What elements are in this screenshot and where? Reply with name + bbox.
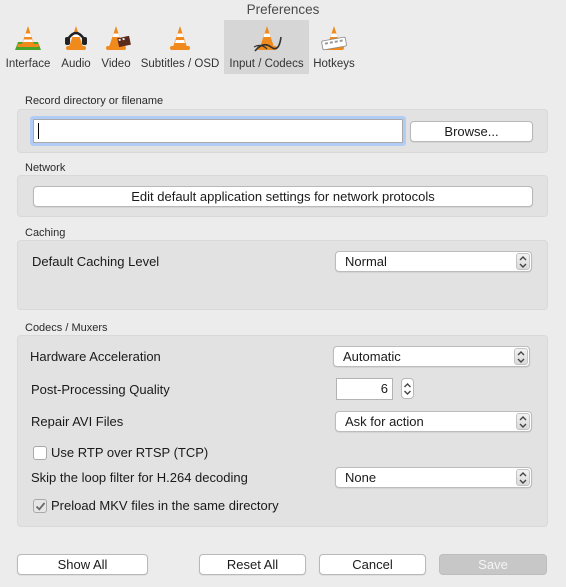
tab-audio-label: Audio [61,58,91,70]
pp-quality-stepper[interactable] [401,378,414,399]
hw-accel-value: Automatic [343,349,401,364]
show-all-button[interactable]: Show All [17,554,148,575]
pp-quality-value: 6 [380,381,388,396]
rtp-over-rtsp-label: Use RTP over RTSP (TCP) [51,445,209,460]
checkmark-icon [35,502,46,511]
caching-group: Default Caching Level Normal [17,240,548,310]
tab-input-codecs-label: Input / Codecs [229,58,304,70]
tab-subtitles-osd[interactable]: Subtitles / OSD [136,20,224,74]
rtp-over-rtsp-checkbox[interactable] [33,446,47,460]
select-arrows-icon [516,413,530,430]
network-section-title: Network [25,162,66,174]
codecs-group: Hardware Acceleration Automatic Post-Pro… [17,335,548,527]
repair-avi-value: Ask for action [345,414,424,429]
tab-video[interactable]: Video [96,20,136,74]
browse-button[interactable]: Browse... [410,121,533,142]
preload-mkv-checkbox[interactable] [33,499,47,513]
record-section-title: Record directory or filename [25,95,164,107]
pp-quality-label: Post-Processing Quality [31,382,170,397]
tab-subtitles-osd-label: Subtitles / OSD [140,58,220,70]
caching-level-value: Normal [345,254,387,269]
reset-all-button[interactable]: Reset All [199,554,306,575]
caching-section-title: Caching [25,227,66,239]
select-arrows-icon [516,253,530,270]
network-group: Edit default application settings for ne… [17,175,548,217]
tab-interface-label: Interface [5,58,51,70]
caching-level-select[interactable]: Normal [335,251,532,272]
tab-interface[interactable]: Interface [0,20,56,74]
tab-video-label: Video [101,58,131,70]
tab-audio[interactable]: Audio [56,20,96,74]
tab-input-codecs[interactable]: Input / Codecs [224,20,309,74]
edit-network-settings-button[interactable]: Edit default application settings for ne… [33,186,533,207]
hotkeys-cone-icon [321,26,347,51]
repair-avi-label: Repair AVI Files [31,414,124,429]
hw-accel-select[interactable]: Automatic [333,346,530,367]
video-cone-icon [106,26,131,50]
tab-hotkeys[interactable]: Hotkeys [309,20,359,74]
record-path-input[interactable] [33,119,403,143]
caching-level-label: Default Caching Level [32,254,160,269]
cancel-button[interactable]: Cancel [319,554,426,575]
audio-cone-icon [65,26,87,50]
record-group: Browse... [17,109,548,153]
select-arrows-icon [516,469,530,486]
input-codecs-cone-icon [253,26,282,52]
skip-loop-filter-label: Skip the loop filter for H.264 decoding [31,470,248,485]
tab-hotkeys-label: Hotkeys [313,58,355,70]
repair-avi-select[interactable]: Ask for action [335,411,532,432]
window-title: Preferences [246,2,320,17]
preload-mkv-label: Preload MKV files in the same directory [51,498,279,513]
codecs-section-title: Codecs / Muxers [25,322,108,334]
text-caret [38,123,39,139]
preferences-toolbar: Interface Audio Video Subtitles / OSD In… [0,20,566,74]
subtitles-cone-icon [170,26,190,50]
hw-accel-label: Hardware Acceleration [30,349,161,364]
skip-loop-filter-select[interactable]: None [335,467,532,488]
interface-cone-icon [15,26,41,50]
stepper-arrows-icon [404,383,411,395]
save-button[interactable]: Save [439,554,547,575]
select-arrows-icon [514,348,528,365]
pp-quality-input[interactable]: 6 [336,378,393,400]
skip-loop-filter-value: None [345,470,377,485]
